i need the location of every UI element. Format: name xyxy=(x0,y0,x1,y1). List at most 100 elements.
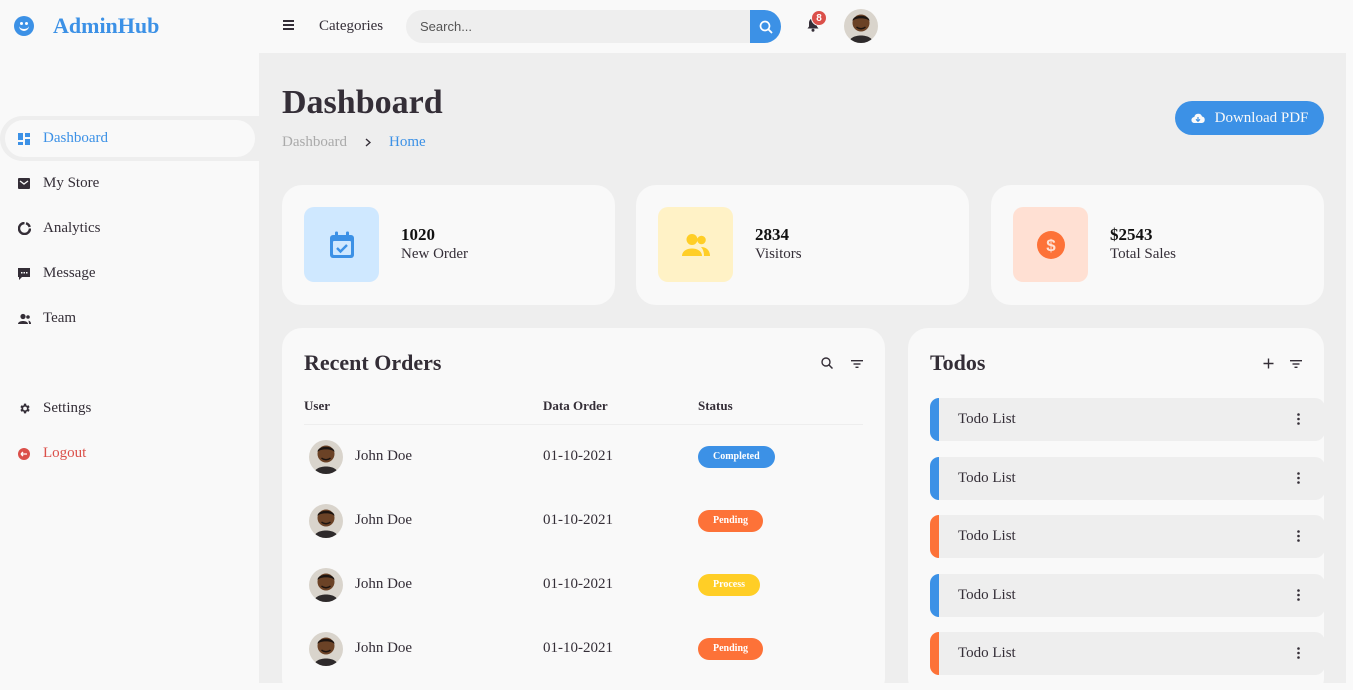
todo-item[interactable]: Todo List xyxy=(930,456,1325,500)
logout-button[interactable]: Logout xyxy=(5,435,259,472)
sidebar-item-my-store[interactable]: My Store xyxy=(0,161,259,206)
sidebar-item-analytics[interactable]: Analytics xyxy=(0,206,259,251)
profile-avatar[interactable] xyxy=(844,9,878,43)
download-pdf-button[interactable]: Download PDF xyxy=(1175,101,1324,135)
sidebar: AdminHub Dashboard My Store Analytics Me… xyxy=(0,0,259,690)
todo-item[interactable]: Todo List xyxy=(930,632,1325,675)
sidebar-link-my-store[interactable]: My Store xyxy=(5,165,259,202)
todo-label: Todo List xyxy=(958,411,1016,427)
avatar xyxy=(309,439,343,474)
plus-icon[interactable] xyxy=(1263,356,1274,374)
chevron-right-icon xyxy=(365,135,372,151)
status-badge: Process xyxy=(698,573,761,596)
sidebar-item-team[interactable]: Team xyxy=(0,296,259,341)
table-row[interactable]: John Doe 01-10-2021 Pending xyxy=(304,489,863,553)
side-menu-bottom: Settings Logout xyxy=(0,386,259,476)
avatar xyxy=(309,631,343,666)
column-header-status: Status xyxy=(698,394,863,425)
order-date: 01-10-2021 xyxy=(543,448,613,464)
filter-icon[interactable] xyxy=(1290,356,1302,374)
table-row[interactable]: John Doe 01-10-2021 Process xyxy=(304,553,863,617)
svg-text:$: $ xyxy=(1046,236,1056,255)
sidebar-link-team[interactable]: Team xyxy=(5,300,259,337)
sidebar-item-label: Message xyxy=(43,265,96,281)
sidebar-item-label: My Store xyxy=(43,175,100,191)
analytics-icon xyxy=(17,222,31,236)
todo-item[interactable]: Todo List xyxy=(930,515,1325,558)
sidebar-item-label: Analytics xyxy=(43,220,101,236)
gear-icon xyxy=(17,402,31,416)
table-row[interactable]: John Doe 01-10-2021 Pending xyxy=(304,617,863,681)
more-vertical-icon[interactable] xyxy=(1297,588,1300,601)
user-name: John Doe xyxy=(355,640,413,656)
sidebar-link-message[interactable]: Message xyxy=(5,255,259,292)
search-icon xyxy=(759,20,773,34)
todo-label: Todo List xyxy=(958,469,1016,486)
order-date: 01-10-2021 xyxy=(543,640,613,656)
brand-name: AdminHub xyxy=(53,13,160,38)
avatar xyxy=(309,503,343,538)
status-badge: Pending xyxy=(698,637,764,660)
recent-orders-panel: Recent Orders User Data Order Status Joh… xyxy=(282,328,885,683)
filter-icon[interactable] xyxy=(851,356,863,374)
sidebar-item-settings[interactable]: Settings xyxy=(0,386,259,431)
user-name: John Doe xyxy=(355,576,413,592)
sidebar-item-label: Logout xyxy=(43,445,87,461)
search-input[interactable] xyxy=(406,10,751,43)
search-button[interactable] xyxy=(750,10,781,43)
page-title: Dashboard xyxy=(282,84,443,121)
status-badge: Pending xyxy=(698,509,764,532)
more-vertical-icon[interactable] xyxy=(1297,530,1300,542)
notification-button[interactable]: 8 xyxy=(805,10,827,33)
search-icon[interactable] xyxy=(821,356,834,374)
cloud-download-icon xyxy=(1191,113,1205,124)
breadcrumb: Dashboard Home xyxy=(282,134,426,151)
status-badge: Completed xyxy=(698,445,775,468)
menu-icon[interactable] xyxy=(283,20,294,30)
sidebar-link-settings[interactable]: Settings xyxy=(5,390,259,427)
stat-value: 1020 xyxy=(401,225,435,244)
sidebar-item-label: Settings xyxy=(43,400,92,416)
more-vertical-icon[interactable] xyxy=(1297,413,1300,425)
dashboard-icon xyxy=(17,132,31,146)
search-form xyxy=(406,10,781,43)
todo-label: Todo List xyxy=(958,645,1016,661)
sidebar-item-logout[interactable]: Logout xyxy=(0,431,259,476)
user-name: John Doe xyxy=(355,448,413,464)
recent-orders-header: Recent Orders xyxy=(304,350,863,380)
todo-item[interactable]: Todo List xyxy=(930,398,1325,441)
order-date: 01-10-2021 xyxy=(543,512,613,528)
stat-label: Total Sales xyxy=(1110,246,1177,263)
team-icon xyxy=(17,312,31,326)
stat-label: Visitors xyxy=(755,246,802,263)
order-date: 01-10-2021 xyxy=(543,576,613,592)
stat-value: $2543 xyxy=(1110,225,1153,244)
sidebar-item-label: Dashboard xyxy=(43,130,108,146)
more-vertical-icon[interactable] xyxy=(1297,471,1300,484)
sidebar-link-analytics[interactable]: Analytics xyxy=(5,210,259,247)
todos-panel: Todos Todo List Todo List Todo List Todo… xyxy=(908,328,1325,683)
categories-link[interactable]: Categories xyxy=(319,18,383,35)
page-header: Dashboard xyxy=(282,83,443,124)
user-name: John Doe xyxy=(355,512,413,528)
sidebar-link-dashboard[interactable]: Dashboard xyxy=(5,120,255,157)
users-icon xyxy=(658,207,733,282)
table-header-row: User Data Order Status xyxy=(304,394,863,425)
breadcrumb-item-home[interactable]: Home xyxy=(389,134,426,151)
todos-title: Todos xyxy=(930,350,986,375)
more-vertical-icon[interactable] xyxy=(1297,647,1300,659)
todo-label: Todo List xyxy=(958,528,1016,544)
column-header-user: User xyxy=(304,394,543,425)
stat-card-visitors: 2834 Visitors xyxy=(636,185,969,305)
notification-count-badge: 8 xyxy=(811,10,827,26)
todo-label: Todo List xyxy=(958,586,1016,603)
column-header-date: Data Order xyxy=(543,394,698,425)
todo-item[interactable]: Todo List xyxy=(930,573,1325,617)
todo-list: Todo List Todo List Todo List Todo List … xyxy=(930,398,1325,683)
brand[interactable]: AdminHub xyxy=(14,11,159,41)
breadcrumb-item-dashboard[interactable]: Dashboard xyxy=(282,134,347,151)
sidebar-item-message[interactable]: Message xyxy=(0,251,259,296)
table-row[interactable]: John Doe 01-10-2021 Completed xyxy=(304,424,863,489)
sidebar-item-dashboard[interactable]: Dashboard xyxy=(0,116,259,161)
navbar: Categories 8 xyxy=(259,0,1353,53)
